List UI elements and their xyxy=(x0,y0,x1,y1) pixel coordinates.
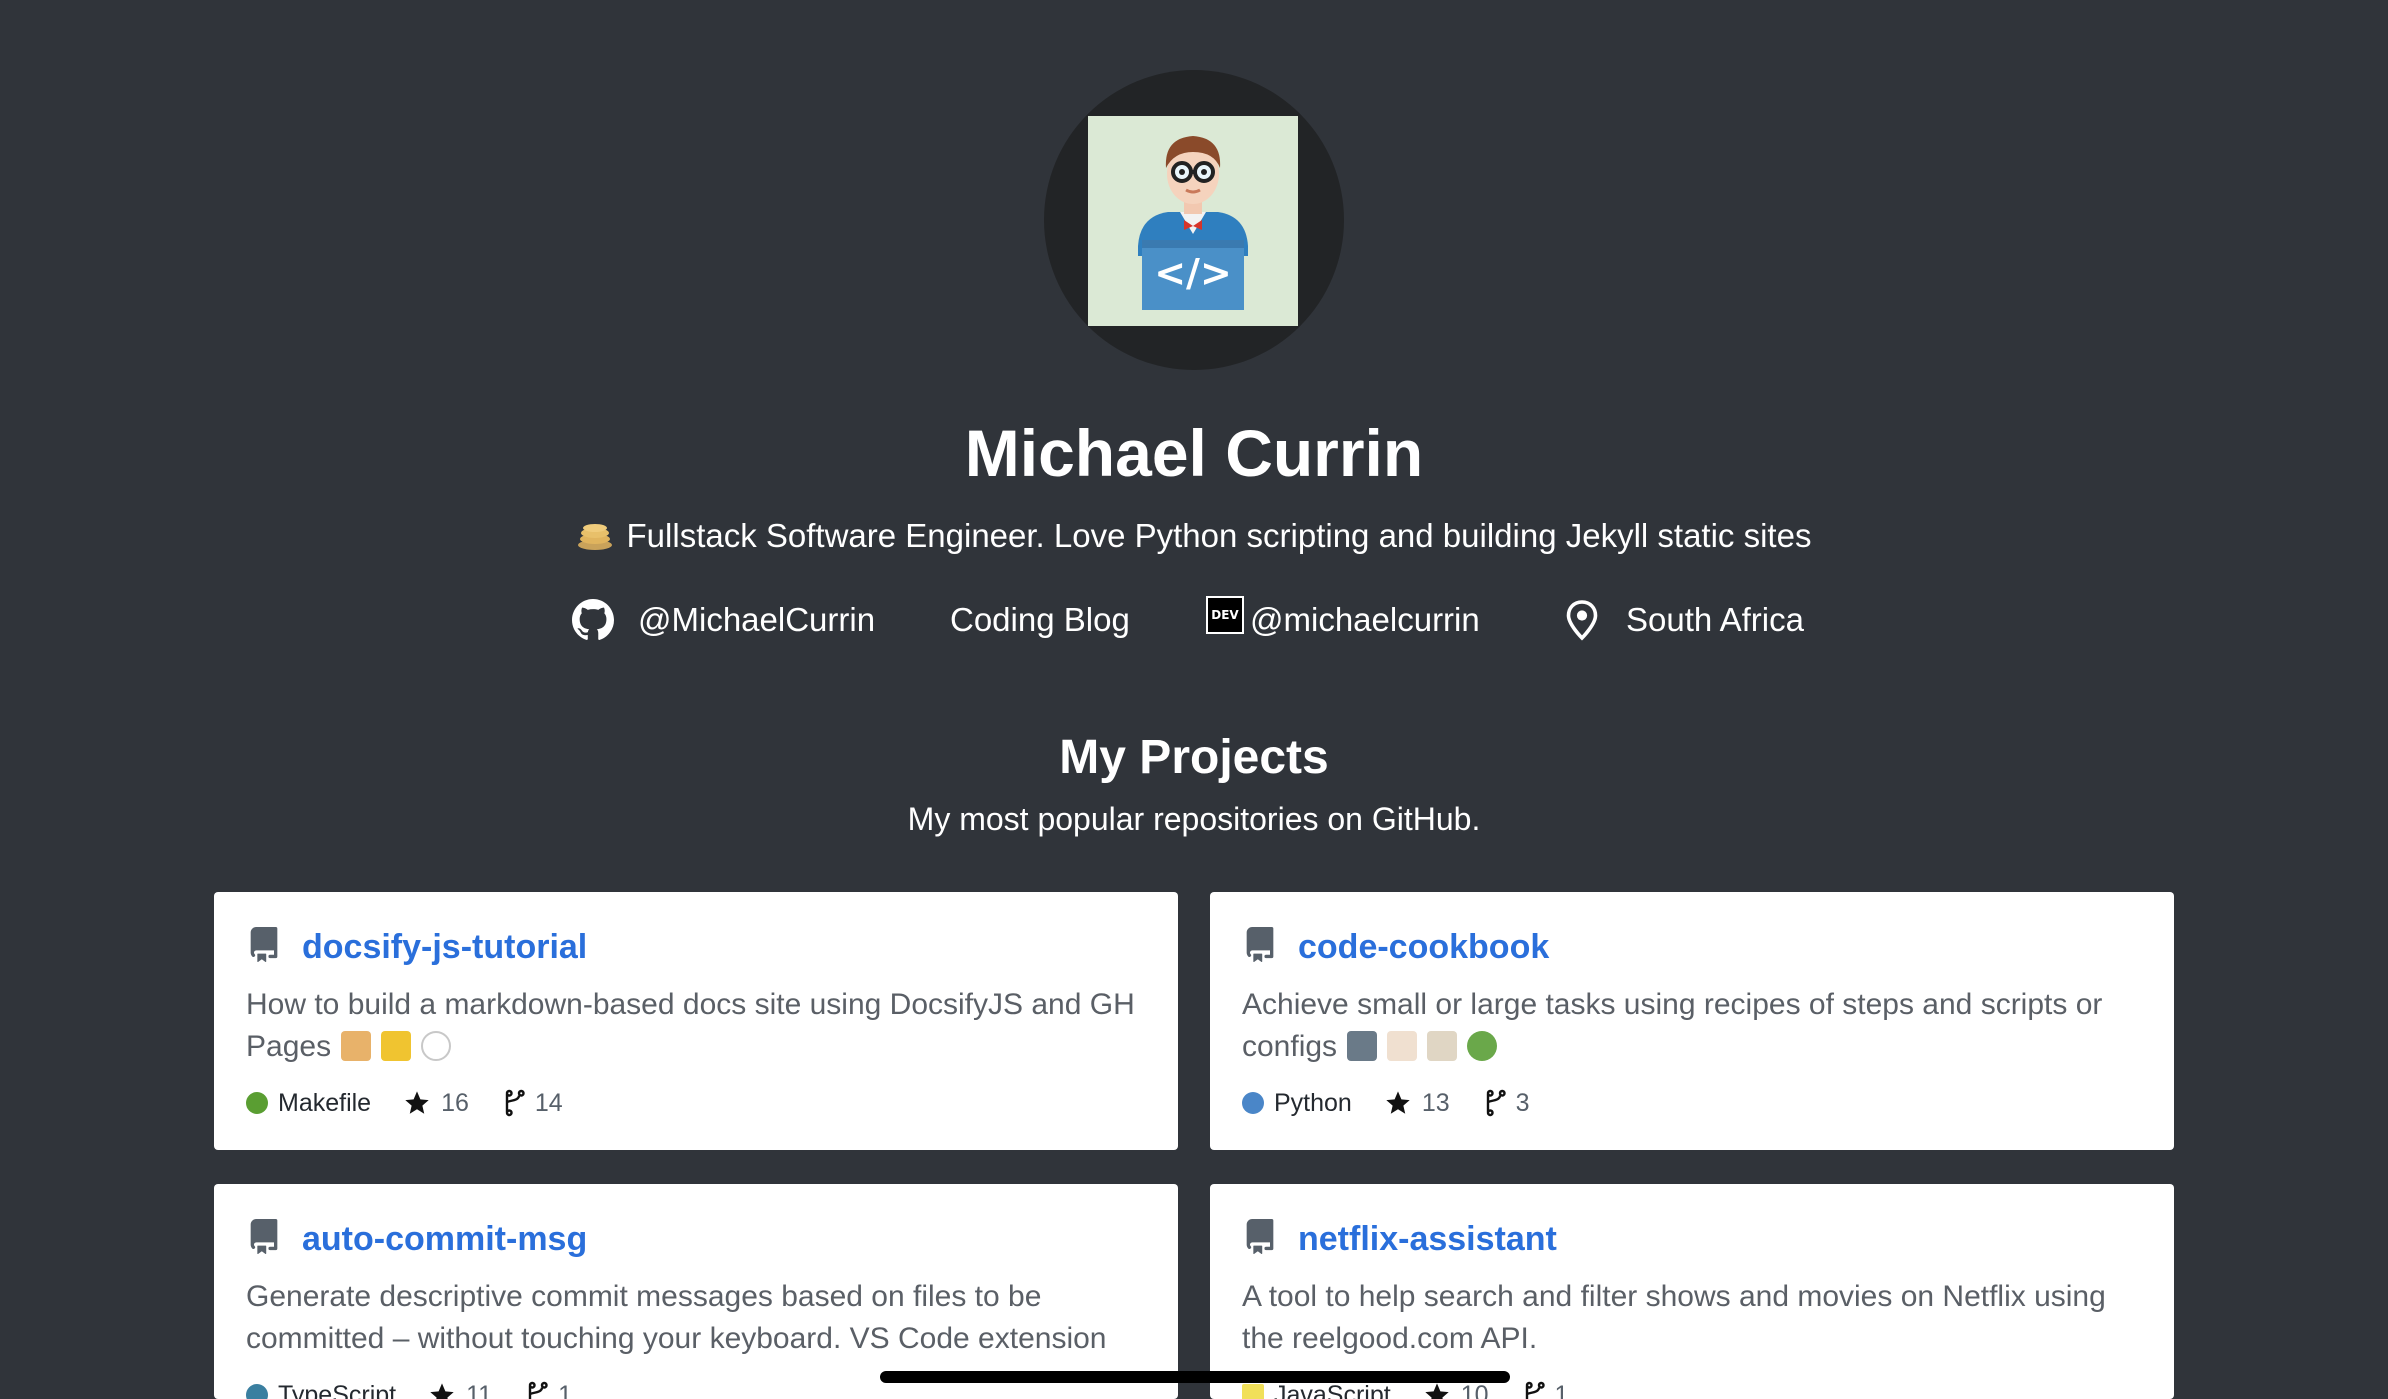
location-pin-icon xyxy=(1566,600,1598,641)
technologist-icon xyxy=(1347,1031,1378,1061)
repo-description: Generate descriptive commit messages bas… xyxy=(246,1280,1107,1355)
repo-card[interactable]: code-cookbook Achieve small or large tas… xyxy=(1210,892,2174,1150)
location: South Africa xyxy=(1564,592,1804,648)
fork-count: 1 xyxy=(1554,1380,1569,1399)
repo-language: Makefile xyxy=(246,1089,371,1118)
spider-web-icon xyxy=(421,1031,452,1061)
repo-icon xyxy=(250,927,278,962)
repo-stars[interactable]: 11 xyxy=(428,1381,492,1399)
fork-icon xyxy=(1486,1089,1506,1117)
star-count: 11 xyxy=(466,1380,493,1399)
repo-name-link[interactable]: docsify-js-tutorial xyxy=(302,928,587,967)
open-book-icon xyxy=(1427,1031,1458,1061)
dev-icon: DEV xyxy=(1206,596,1244,634)
repo-stars[interactable]: 16 xyxy=(403,1089,469,1118)
star-count: 13 xyxy=(1421,1088,1450,1117)
construction-worker-icon xyxy=(341,1031,372,1061)
github-link[interactable]: @MichaelCurrin xyxy=(572,592,875,648)
dev-link[interactable]: DEV @michaelcurrin xyxy=(1206,592,1480,648)
developer-avatar-icon: </> xyxy=(1138,136,1248,310)
fork-count: 1 xyxy=(558,1380,572,1399)
avatar: </> xyxy=(1088,116,1298,326)
repo-forks[interactable]: 14 xyxy=(501,1089,563,1118)
star-icon xyxy=(405,1091,429,1114)
fork-icon xyxy=(1525,1381,1545,1399)
repo-header: docsify-js-tutorial xyxy=(246,922,587,972)
pancakes-icon xyxy=(577,516,613,550)
profile-bio: Fullstack Software Engineer. Love Python… xyxy=(0,512,2388,560)
coding-blog-label: Coding Blog xyxy=(950,601,1130,638)
repo-header: netflix-assistant xyxy=(1242,1214,1557,1264)
repo-name-link[interactable]: netflix-assistant xyxy=(1298,1220,1557,1259)
github-icon xyxy=(572,599,614,640)
dev-handle: @michaelcurrin xyxy=(1250,601,1480,638)
repo-language: JavaScript xyxy=(1242,1381,1391,1399)
fork-count: 14 xyxy=(534,1088,563,1117)
projects-subtitle: My most popular repositories on GitHub. xyxy=(907,801,1481,837)
language-dot xyxy=(246,1092,268,1114)
star-count: 16 xyxy=(441,1088,469,1117)
notebook-icon xyxy=(381,1031,412,1061)
repo-stars[interactable]: 13 xyxy=(1384,1089,1450,1118)
repo-icon xyxy=(1246,1219,1274,1254)
projects-title: My Projects xyxy=(1059,731,1329,784)
repo-description: How to build a markdown-based docs site … xyxy=(246,984,1138,1068)
repo-name-link[interactable]: auto-commit-msg xyxy=(302,1220,587,1259)
language-name: Makefile xyxy=(278,1088,372,1117)
home-indicator[interactable] xyxy=(880,1371,1510,1383)
fork-icon xyxy=(528,1381,548,1399)
repo-meta: Makefile 16 14 xyxy=(246,1086,595,1120)
coding-blog-link[interactable]: Coding Blog xyxy=(950,592,1130,648)
fork-count: 3 xyxy=(1515,1088,1530,1117)
profile-links: @MichaelCurrin Coding Blog DEV @michaelc… xyxy=(0,592,2388,648)
language-dot xyxy=(1242,1384,1264,1399)
repo-description: A tool to help search and filter shows a… xyxy=(1242,1280,2106,1355)
star-count: 10 xyxy=(1460,1380,1489,1399)
github-handle: @MichaelCurrin xyxy=(638,601,876,638)
cook-icon xyxy=(1387,1031,1418,1061)
repo-description-text: How to build a markdown-based docs site … xyxy=(246,988,1135,1063)
bio-text: Fullstack Software Engineer. Love Python… xyxy=(626,517,1812,554)
repo-header: auto-commit-msg xyxy=(246,1214,587,1264)
repo-language: TypeScript xyxy=(246,1381,396,1399)
repo-card[interactable]: auto-commit-msg Generate descriptive com… xyxy=(214,1184,1178,1399)
language-dot xyxy=(1242,1092,1264,1114)
svg-text:</>: </> xyxy=(1154,251,1232,295)
repo-card[interactable]: netflix-assistant A tool to help search … xyxy=(1210,1184,2174,1399)
language-dot xyxy=(246,1384,268,1399)
repo-header: code-cookbook xyxy=(1242,922,1549,972)
star-icon xyxy=(430,1383,454,1399)
repo-card[interactable]: docsify-js-tutorial How to build a markd… xyxy=(214,892,1178,1150)
repo-icon xyxy=(1246,927,1274,962)
repo-icon xyxy=(250,1219,278,1254)
language-name: Python xyxy=(1274,1088,1352,1117)
repo-description: Achieve small or large tasks using recip… xyxy=(1242,984,2134,1068)
language-name: TypeScript xyxy=(278,1380,397,1399)
repo-forks[interactable]: 3 xyxy=(1482,1089,1530,1118)
repo-language: Python xyxy=(1242,1089,1352,1118)
star-icon xyxy=(1386,1091,1410,1114)
repo-meta: Python 13 3 xyxy=(1242,1086,1562,1120)
profile-name: Michael Currin xyxy=(964,416,1424,490)
repo-forks[interactable]: 1 xyxy=(1521,1380,1569,1399)
repo-meta: TypeScript 11 1 xyxy=(246,1378,604,1399)
location-text: South Africa xyxy=(1626,601,1804,638)
repo-forks[interactable]: 1 xyxy=(524,1381,572,1399)
fork-icon xyxy=(505,1089,525,1117)
language-name: JavaScript xyxy=(1274,1380,1391,1399)
star-icon xyxy=(1425,1383,1449,1399)
repo-name-link[interactable]: code-cookbook xyxy=(1298,928,1549,967)
salad-icon xyxy=(1467,1031,1498,1061)
repo-stars[interactable]: 10 xyxy=(1423,1381,1489,1399)
